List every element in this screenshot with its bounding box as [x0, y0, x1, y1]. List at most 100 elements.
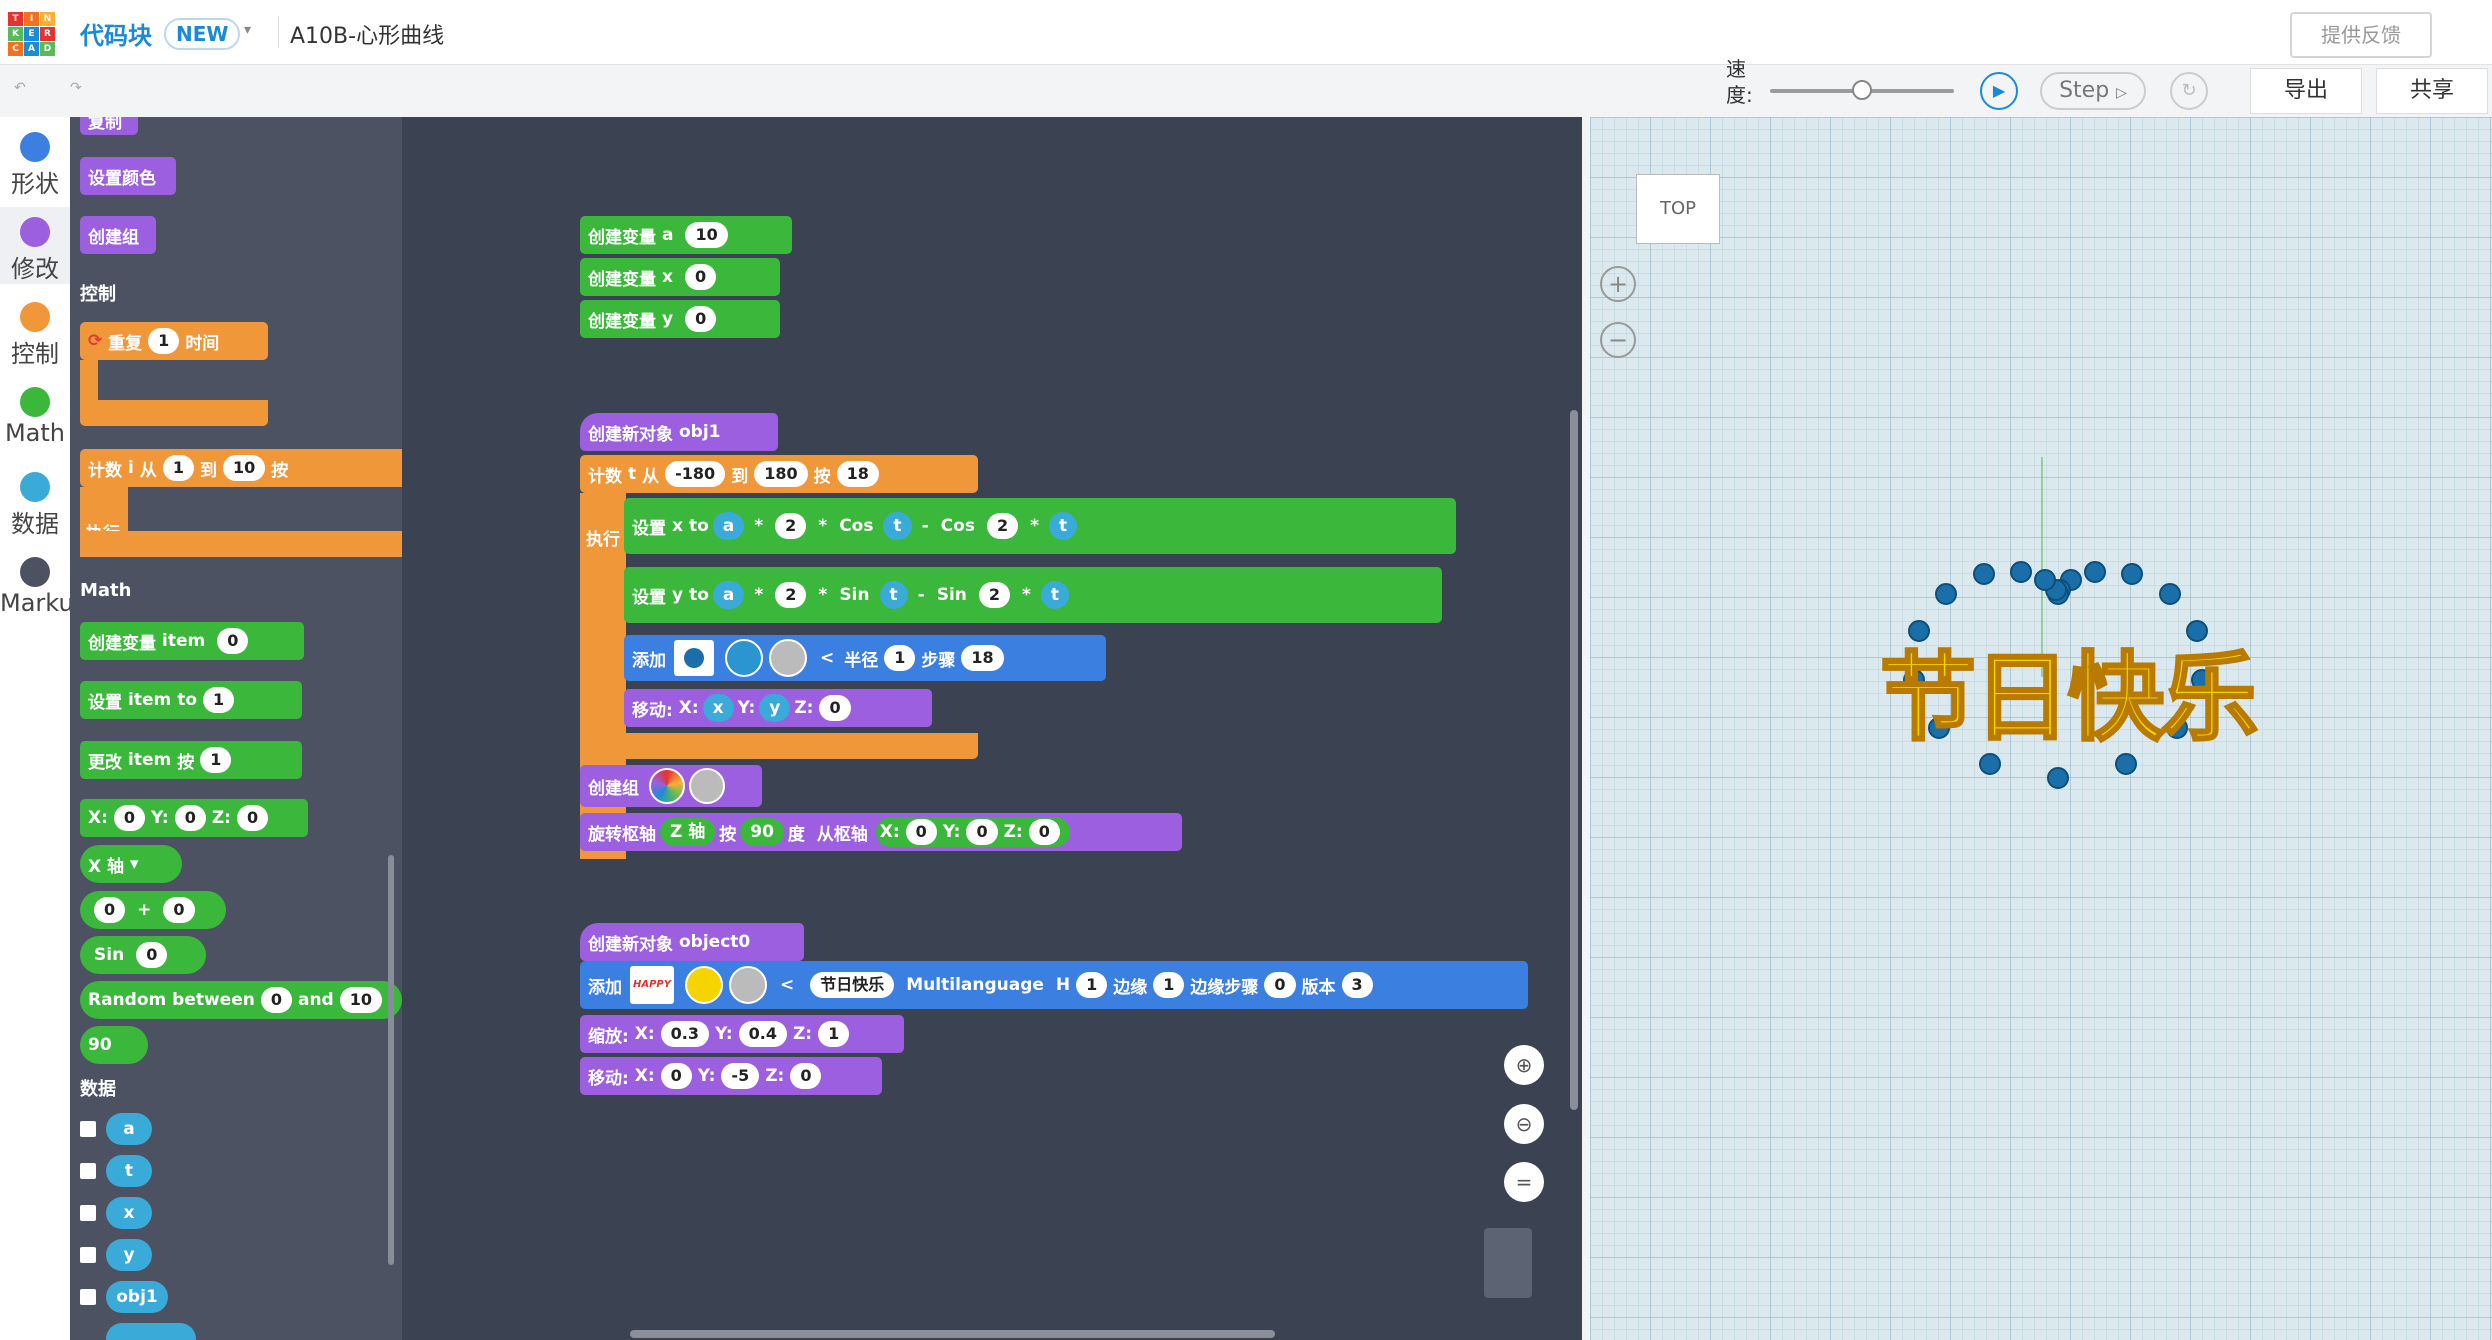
export-button[interactable]: 导出 [2250, 68, 2362, 114]
create-group-block[interactable]: 创建组 [580, 765, 762, 807]
function-dropdown[interactable]: Sin [937, 585, 967, 605]
change-variable-block[interactable]: 更改 item 按 1 [80, 741, 302, 779]
speed-slider-thumb[interactable] [1852, 80, 1872, 100]
hole-swatch[interactable] [729, 966, 767, 1004]
operator-dropdown[interactable]: * [818, 516, 827, 536]
scale-z-input[interactable]: 1 [818, 1021, 850, 1047]
random-block[interactable]: Random between 0 and 10 [80, 981, 402, 1019]
variable-checkbox[interactable] [80, 1247, 96, 1263]
set-y-block[interactable]: 设置 y to a * 2 * Sin t - Sin 2 * t [624, 567, 1442, 623]
variable-x-block[interactable]: x [106, 1197, 152, 1229]
hole-swatch[interactable] [769, 639, 807, 677]
sphere-object[interactable] [2047, 766, 2069, 789]
count-block[interactable]: 计数 i 从 1 到 10 按 [80, 449, 402, 487]
value-input[interactable]: 2 [986, 513, 1019, 539]
add-text-block[interactable]: 添加 HAPPY < 节日快乐 Multilanguage H 1 边缘 1 边缘步骤 0 版本 3 [580, 961, 1528, 1009]
category-shapes[interactable]: 形状 [0, 122, 70, 199]
new-object-obj1-block[interactable]: 创建新对象 obj1 [580, 413, 778, 451]
app-title[interactable]: 代码块 [80, 16, 152, 51]
tinkercad-logo[interactable]: TIN KER CAD [8, 12, 55, 56]
function-dropdown[interactable]: Cos [941, 516, 975, 536]
text-shape-thumbnail[interactable]: HAPPY [630, 966, 674, 1004]
operator-dropdown[interactable]: - [918, 585, 925, 605]
variable-dropdown[interactable]: a [662, 225, 673, 245]
share-button[interactable]: 共享 [2376, 68, 2488, 114]
create-group-block[interactable]: 创建组 [80, 216, 156, 254]
function-dropdown[interactable]: Cos [839, 516, 873, 536]
create-var-x-block[interactable]: 创建变量 x 0 [580, 258, 780, 296]
variable-dropdown[interactable]: y [672, 585, 683, 605]
viewer-zoom-in-icon[interactable]: + [1600, 266, 1636, 302]
feedback-button[interactable]: 提供反馈 [2290, 12, 2432, 58]
text-input[interactable]: 节日快乐 [810, 972, 895, 998]
function-dropdown[interactable]: Sin [839, 585, 869, 605]
operator-dropdown[interactable]: * [754, 516, 763, 536]
edge-step-input[interactable]: 0 [1264, 972, 1296, 998]
value-input[interactable]: 2 [775, 513, 807, 539]
collapse-icon[interactable]: < [820, 648, 834, 668]
category-math[interactable]: Math [0, 377, 70, 447]
category-modify[interactable]: 修改 [0, 207, 70, 284]
object-dropdown[interactable]: object0 [679, 932, 750, 952]
reset-button[interactable]: ↻ [2170, 72, 2208, 110]
scale-y-input[interactable]: 0.4 [738, 1021, 787, 1047]
variable-checkbox[interactable] [80, 1121, 96, 1137]
move-block[interactable]: 移动: X: x Y: y Z: 0 [624, 689, 932, 727]
value-input[interactable]: 10 [685, 222, 728, 248]
zoom-in-icon[interactable]: ⊕ [1504, 1045, 1544, 1085]
move-x-input[interactable]: 0 [660, 1063, 692, 1089]
variable-dropdown[interactable]: item [128, 690, 171, 710]
from-input[interactable]: -180 [665, 461, 726, 487]
by-input[interactable]: 18 [836, 461, 879, 487]
color-swatch[interactable] [685, 966, 723, 1004]
function-dropdown[interactable]: Sin [94, 945, 124, 965]
axis-dropdown[interactable]: Z 轴 [660, 818, 716, 846]
variable-dropdown[interactable]: y [662, 309, 673, 329]
z-input[interactable]: 0 [236, 805, 269, 831]
version-input[interactable]: 3 [1341, 972, 1373, 998]
color-swatch[interactable] [725, 639, 763, 677]
variable-a-block[interactable]: a [106, 1113, 152, 1145]
count-from-input[interactable]: 1 [162, 455, 194, 481]
number-block[interactable]: 90 [80, 1026, 148, 1064]
copy-block[interactable]: 复制 [80, 117, 138, 135]
z-input[interactable]: 0 [1028, 819, 1060, 845]
z-input[interactable]: 0 [819, 695, 851, 721]
xyz-block[interactable]: X: 0 Y: 0 Z: 0 [80, 799, 308, 837]
code-workspace[interactable]: 创建变量 a 10 创建变量 x 0 创建变量 y 0 创建新对象 obj1 计数 t 从 -180… [402, 117, 1582, 1340]
degree-input[interactable]: 90 [740, 818, 784, 846]
variable-checkbox[interactable] [80, 1205, 96, 1221]
new-badge[interactable]: NEW [164, 18, 241, 50]
zoom-out-icon[interactable]: ⊖ [1504, 1104, 1544, 1144]
play-button[interactable]: ▶ [1980, 72, 2018, 110]
variable-y-block[interactable]: y [106, 1239, 152, 1271]
collapse-icon[interactable]: < [780, 975, 794, 995]
create-variable-block[interactable]: 创建变量 item 0 [80, 622, 304, 660]
rotate-block[interactable]: 旋转枢轴 Z 轴按 90 度 从枢轴 X: 0 Y: 0 Z: 0 [580, 813, 1182, 851]
sphere-object[interactable] [1935, 583, 1957, 606]
variable-checkbox[interactable] [80, 1289, 96, 1305]
scale-x-input[interactable]: 0.3 [660, 1021, 709, 1047]
3d-text-object[interactable]: 节日快乐 [1879, 620, 2260, 759]
sphere-object[interactable] [2159, 583, 2181, 606]
radius-input[interactable]: 1 [884, 645, 916, 671]
var-x-reporter[interactable]: x [702, 694, 734, 722]
y-input[interactable]: 0 [174, 805, 206, 831]
undo-icon[interactable]: ↶ [14, 80, 26, 96]
sphere-object[interactable] [2120, 563, 2143, 586]
value-input[interactable]: 0 [136, 942, 168, 968]
sphere-object[interactable] [2084, 560, 2107, 583]
variable-block-partial[interactable] [106, 1323, 196, 1340]
var-t-reporter[interactable]: t [1048, 512, 1078, 540]
var-a-reporter[interactable]: a [712, 581, 745, 609]
value-input[interactable]: 10 [339, 987, 382, 1013]
operator-dropdown[interactable]: * [818, 585, 827, 605]
operator-dropdown[interactable]: * [1022, 585, 1031, 605]
view-cube[interactable]: TOP [1636, 174, 1720, 244]
variable-dropdown[interactable]: item [162, 631, 205, 651]
h-input[interactable]: 1 [1076, 972, 1108, 998]
operator-dropdown[interactable]: - [922, 516, 929, 536]
project-name[interactable]: A10B-心形曲线 [290, 18, 444, 50]
value-input[interactable]: 0 [685, 306, 717, 332]
trash-icon[interactable] [1484, 1228, 1532, 1298]
